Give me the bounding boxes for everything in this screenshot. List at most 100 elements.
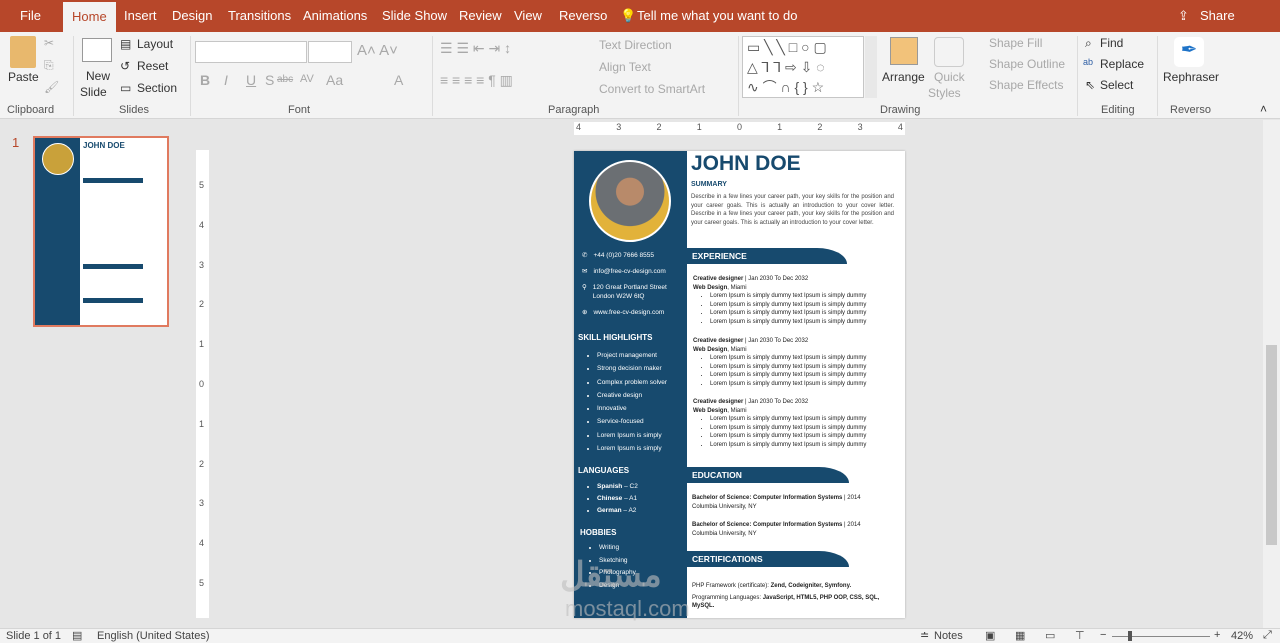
skills-list: Project managementStrong decision makerC… [580, 349, 667, 455]
change-case-button[interactable]: Aa [326, 72, 343, 88]
new-slide-button[interactable]: New [86, 69, 110, 83]
tab-reverso[interactable]: Reverso [559, 8, 607, 23]
italic-button[interactable]: I [224, 72, 228, 88]
gallery-scroll[interactable] [865, 36, 877, 98]
collapse-ribbon-icon[interactable]: ˄ [1260, 102, 1267, 116]
zoom-in-button[interactable]: + [1214, 629, 1220, 641]
find-button[interactable]: Find [1100, 36, 1123, 50]
thumb-photo [42, 143, 74, 175]
notes-button[interactable]: Notes [934, 630, 963, 642]
zoom-slider-thumb[interactable] [1128, 631, 1132, 641]
copy-icon[interactable]: ⎘ [44, 58, 54, 73]
zoom-out-button[interactable]: − [1100, 629, 1106, 641]
resume-name: JOHN DOE [691, 152, 801, 175]
phone-icon: ✆ [582, 252, 588, 259]
format-painter-icon[interactable]: 🖌 [44, 80, 59, 94]
share-button[interactable]: Share [1200, 8, 1235, 23]
slideshow-icon[interactable]: ⊤ [1075, 629, 1085, 642]
group-label-reverso: Reverso [1170, 104, 1211, 116]
font-name-select[interactable] [195, 41, 307, 63]
shape-fill-button[interactable]: Shape Fill [989, 36, 1042, 50]
tab-insert[interactable]: Insert [124, 8, 157, 23]
languages-heading: LANGUAGES [578, 466, 630, 475]
section-button[interactable]: Section [137, 81, 177, 95]
shape-outline-button[interactable]: Shape Outline [989, 57, 1065, 71]
font-size-select[interactable] [308, 41, 352, 63]
certifications-heading: CERTIFICATIONS [687, 551, 849, 567]
replace-icon: ab [1083, 57, 1094, 67]
bold-button[interactable]: B [200, 72, 210, 88]
normal-view-icon[interactable]: ▣ [985, 629, 995, 642]
slide-canvas[interactable]: ✆ +44 (0)20 7666 8555 ✉ info@free-cv-desig… [574, 151, 905, 618]
layout-button[interactable]: Layout [137, 37, 173, 51]
thumb-header-exp [83, 178, 143, 183]
vertical-scrollbar[interactable] [1263, 120, 1280, 628]
bullets-icon[interactable]: ☰ ☰ ⇤ ⇥ ↕ [440, 40, 511, 57]
align-text-button[interactable]: Align Text [599, 60, 651, 74]
cut-icon[interactable]: ✂ [44, 36, 54, 50]
quick-styles-icon [934, 37, 964, 67]
grow-font-icon[interactable]: A˄ A˅ [357, 42, 398, 59]
thumb-name: JOHN DOE [83, 141, 125, 150]
tab-animations[interactable]: Animations [303, 8, 367, 23]
job-3: Creative designer | Jan 2030 To Dec 2032… [693, 398, 903, 449]
rephraser-button[interactable]: Rephraser [1163, 70, 1219, 84]
select-button[interactable]: Select [1100, 78, 1133, 92]
select-icon: ⇖ [1085, 78, 1096, 92]
zoom-level[interactable]: 42% [1231, 630, 1253, 642]
horizontal-ruler: 432101234 [574, 122, 905, 135]
tab-slide-show[interactable]: Slide Show [382, 8, 447, 23]
reset-button[interactable]: Reset [137, 59, 168, 73]
align-icons[interactable]: ≡ ≡ ≡ ≡ ¶ ▥ [440, 72, 513, 89]
strikethrough-button[interactable]: abc [277, 74, 293, 85]
shadow-button[interactable]: S [265, 72, 274, 88]
new-slide-button-2[interactable]: Slide [80, 85, 107, 99]
education-list: Bachelor of Science: Computer Informatio… [692, 495, 861, 537]
experience-list: Creative designer | Jan 2030 To Dec 2032… [693, 275, 903, 449]
arrange-icon [890, 37, 918, 65]
section-icon: ▭ [120, 81, 132, 95]
convert-smartart-button[interactable]: Convert to SmartArt [599, 82, 705, 96]
thumb-number: 1 [12, 135, 20, 150]
lightbulb-icon: 💡 [620, 8, 637, 23]
email: info@free-cv-design.com [593, 268, 666, 275]
vertical-ruler: 54321012345 [196, 150, 209, 618]
text-direction-button[interactable]: Text Direction [599, 38, 672, 52]
tab-home[interactable]: Home [63, 2, 116, 32]
tab-view[interactable]: View [514, 8, 542, 23]
group-label-editing: Editing [1101, 104, 1135, 116]
zoom-slider[interactable] [1112, 636, 1210, 637]
replace-button[interactable]: Replace [1100, 57, 1144, 71]
slide-sorter-icon[interactable]: ▦ [1015, 629, 1025, 642]
reading-view-icon[interactable]: ▭ [1045, 629, 1055, 642]
share-icon: ⇪ [1178, 8, 1189, 23]
tab-review[interactable]: Review [459, 8, 502, 23]
fit-slide-icon[interactable]: ⤢ [1263, 629, 1272, 642]
thumb-header-edu [83, 264, 143, 269]
quick-styles-button-2[interactable]: Styles [928, 86, 961, 100]
paste-button[interactable]: Paste [8, 70, 39, 84]
arrange-button[interactable]: Arrange [882, 70, 925, 84]
tab-file[interactable]: File [20, 8, 41, 23]
scroll-thumb[interactable] [1266, 345, 1277, 545]
group-label-clipboard: Clipboard [7, 104, 55, 116]
thumb-header-cert [83, 298, 143, 303]
hobbies-heading: HOBBIES [580, 528, 617, 537]
tab-transitions[interactable]: Transitions [228, 8, 291, 23]
slide-thumbnail-1[interactable]: JOHN DOE [33, 136, 169, 327]
summary-text: Describe in a few lines your career path… [691, 194, 894, 226]
spell-check-icon[interactable]: ▤ [72, 629, 82, 642]
location-icon: ⚲ [582, 284, 587, 291]
shapes-gallery[interactable]: ▭ ╲ ╲ □ ○ ▢ △ ⅂ ⅂ ⇨ ⇩ ◌ ∿ ⌒ ∩ { } ☆ [742, 36, 864, 98]
job-1: Creative designer | Jan 2030 To Dec 2032… [693, 275, 903, 337]
underline-button[interactable]: U [246, 72, 256, 88]
language[interactable]: English (United States) [97, 630, 210, 642]
tab-design[interactable]: Design [172, 8, 212, 23]
tell-me-search[interactable]: Tell me what you want to do [637, 8, 797, 23]
shape-effects-button[interactable]: Shape Effects [989, 78, 1064, 92]
website: www.free-cv-design.com [593, 309, 665, 316]
font-color-button[interactable]: A [394, 72, 403, 88]
group-label-drawing: Drawing [880, 104, 921, 116]
quick-styles-button[interactable]: Quick [934, 70, 965, 84]
character-spacing-button[interactable]: AV [300, 73, 314, 85]
